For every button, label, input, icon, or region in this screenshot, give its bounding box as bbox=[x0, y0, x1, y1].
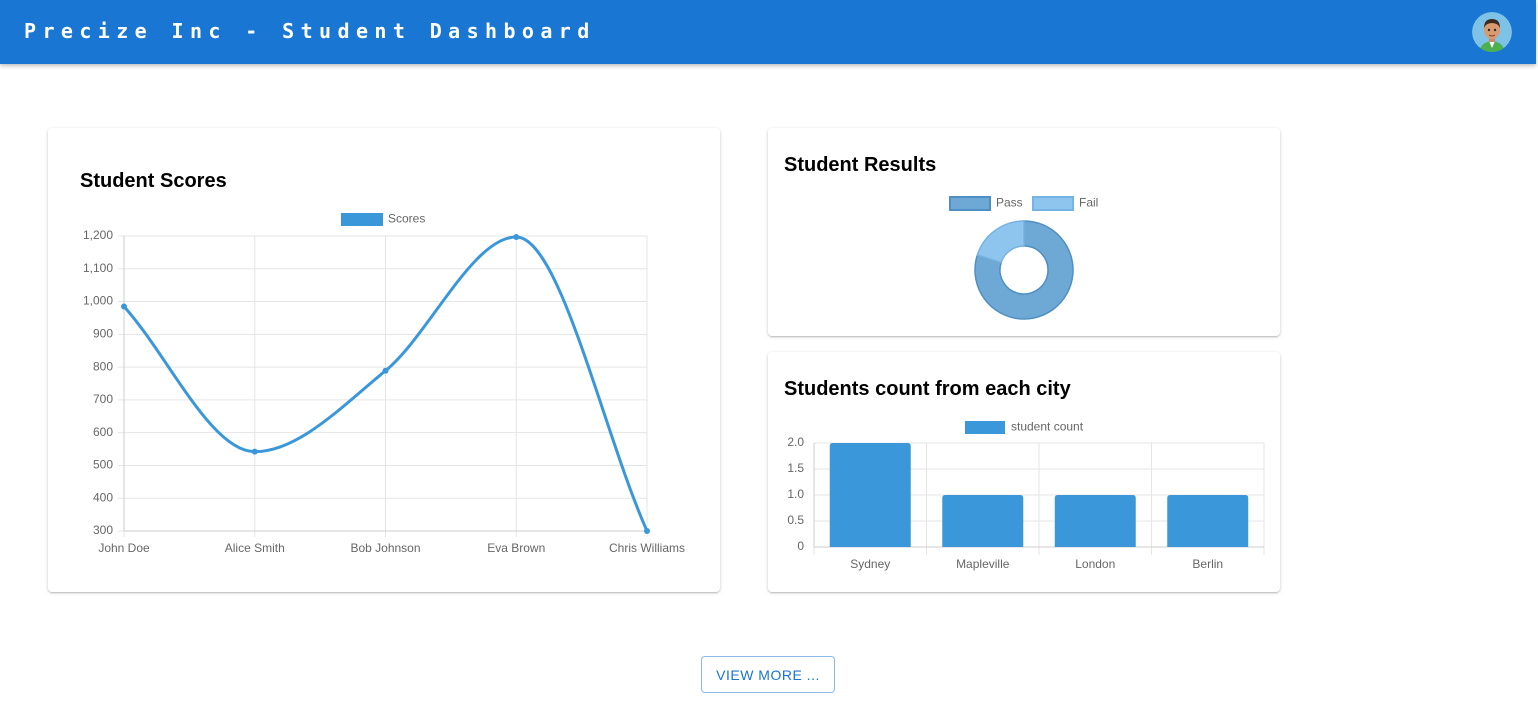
student-results-doughnut-chart: Pass Fail bbox=[949, 196, 1098, 320]
legend-swatch-fail bbox=[1032, 196, 1074, 211]
y-tick-label: 1,100 bbox=[83, 261, 113, 275]
data-point bbox=[644, 528, 650, 534]
y-tick-label: 1,000 bbox=[83, 294, 113, 308]
y-tick-label: 300 bbox=[93, 523, 113, 537]
legend-swatch-pass bbox=[949, 196, 991, 211]
y-tick-label: 700 bbox=[93, 392, 113, 406]
legend-label-pass: Pass bbox=[996, 196, 1023, 210]
doughnut-slice-fail bbox=[976, 220, 1025, 264]
legend-label-scores: Scores bbox=[388, 212, 425, 226]
x-tick-label: Alice Smith bbox=[225, 541, 285, 555]
data-point bbox=[251, 448, 258, 455]
x-tick-label: Berlin bbox=[1192, 557, 1223, 571]
y-tick-label: 1.5 bbox=[787, 461, 804, 475]
y-tick-label: 800 bbox=[93, 359, 113, 373]
student-results-card: Student Results Pass Fail bbox=[768, 128, 1280, 336]
x-tick-label: Mapleville bbox=[956, 557, 1010, 571]
bar-berlin bbox=[1167, 495, 1249, 547]
legend-label-fail: Fail bbox=[1079, 196, 1098, 210]
x-tick-label: Chris Williams bbox=[609, 541, 685, 555]
view-more-button[interactable]: VIEW MORE ... bbox=[701, 656, 835, 693]
page-title: Precize Inc - Student Dashboard bbox=[24, 19, 596, 43]
app-bar: Precize Inc - Student Dashboard bbox=[0, 0, 1536, 64]
x-tick-label: London bbox=[1075, 557, 1115, 571]
y-tick-label: 500 bbox=[93, 458, 113, 472]
legend-swatch-scores bbox=[341, 213, 383, 226]
legend-swatch-student-count bbox=[965, 421, 1005, 434]
city-count-bar-chart: student count 2.0 1.5 1.0 0.5 0 Sydney Maplevil… bbox=[787, 420, 1265, 571]
student-scores-line-chart: Scores 1,200 1,100 1,000 900 800 700 600 500 400 3… bbox=[83, 212, 685, 556]
y-tick-label: 0 bbox=[797, 539, 804, 553]
user-avatar-icon[interactable] bbox=[1472, 12, 1512, 52]
city-count-card: Students count from each city student co… bbox=[768, 352, 1280, 592]
data-point bbox=[121, 303, 127, 310]
student-scores-card: Student Scores Scores 1,200 1,100 1,000 900 8… bbox=[48, 128, 720, 592]
x-tick-label: John Doe bbox=[98, 541, 150, 555]
y-tick-label: 1.0 bbox=[787, 487, 804, 501]
bar-mapleville bbox=[942, 495, 1024, 547]
bar-sydney bbox=[829, 443, 911, 547]
legend-label-student-count: student count bbox=[1011, 420, 1084, 434]
x-tick-label: Eva Brown bbox=[487, 541, 545, 555]
x-tick-label: Sydney bbox=[850, 557, 890, 571]
x-tick-label: Bob Johnson bbox=[350, 541, 420, 555]
y-tick-label: 900 bbox=[93, 327, 113, 341]
data-point bbox=[513, 233, 520, 240]
y-tick-label: 1,200 bbox=[83, 228, 113, 242]
y-tick-label: 400 bbox=[93, 490, 113, 504]
y-tick-label: 0.5 bbox=[787, 513, 804, 527]
data-point bbox=[382, 367, 389, 374]
y-tick-label: 600 bbox=[93, 425, 113, 439]
y-tick-label: 2.0 bbox=[787, 435, 804, 449]
bar-london bbox=[1054, 495, 1136, 547]
